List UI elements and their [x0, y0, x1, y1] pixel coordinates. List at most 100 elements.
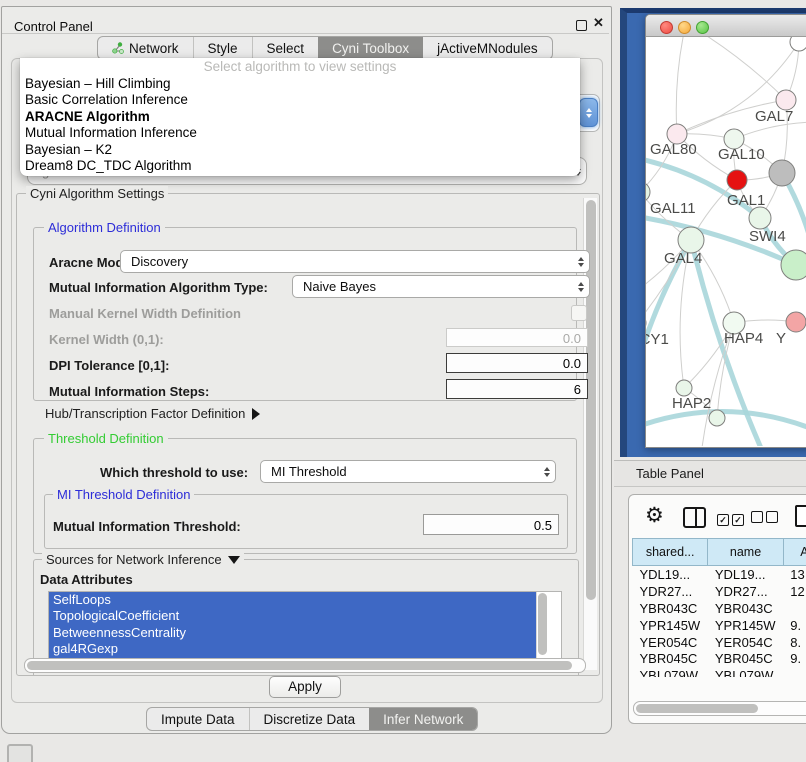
mi-type-combo[interactable]: Naive Bayes [292, 275, 590, 298]
algorithm-option[interactable]: ARACNE Algorithm [20, 109, 580, 125]
dpi-tolerance-field[interactable]: 0.0 [446, 353, 588, 373]
float-window-icon[interactable] [576, 20, 587, 31]
node-label: GCY1 [646, 331, 669, 348]
algorithm-option[interactable]: Dream8 DC_TDC Algorithm [20, 158, 580, 174]
mi-steps-field[interactable]: 6 [446, 379, 588, 399]
node-label: Y [776, 330, 786, 347]
table-row[interactable]: YER054CYER054C8. [633, 634, 806, 651]
table-column-header[interactable]: shared... [633, 539, 708, 566]
data-attributes-list[interactable]: SelfLoopsTopologicalCoefficientBetweenne… [48, 591, 562, 659]
tab-network-label: Network [129, 41, 179, 56]
combo-spinner-focused[interactable] [579, 98, 598, 127]
table-settings-gear-icon[interactable]: ⚙ [645, 503, 664, 528]
expander-arrow-icon [252, 408, 260, 420]
algorithm-option[interactable]: Bayesian – K2 [20, 142, 580, 158]
node-label: SWI4 [749, 228, 786, 245]
manual-kernel-label: Manual Kernel Width Definition [49, 306, 241, 321]
network-node-SWI4[interactable] [749, 207, 771, 229]
select-all-checkboxes-icon[interactable]: ✓✓ [717, 510, 747, 528]
table-row[interactable]: YBR045CYBR045C9. [633, 650, 806, 667]
algorithm-dropdown-popup: Select algorithm to view settings Bayesi… [20, 58, 580, 176]
node-label: GAL10 [718, 146, 765, 163]
network-node-GAL11[interactable] [646, 182, 650, 202]
tab-discretize-data[interactable]: Discretize Data [249, 708, 370, 730]
tab-infer-network[interactable]: Infer Network [369, 708, 477, 730]
close-icon[interactable]: ✕ [593, 15, 604, 31]
mi-threshold-field[interactable]: 0.5 [423, 514, 559, 535]
mi-threshold-definition-title: MI Threshold Definition [53, 487, 194, 502]
tab-select[interactable]: Select [252, 37, 319, 59]
threshold-definition-title: Threshold Definition [44, 431, 168, 446]
node-label: GAL4 [664, 250, 702, 267]
table-row[interactable]: YDR27...YDR27...12 [633, 583, 806, 600]
network-node[interactable] [709, 410, 725, 426]
mi-steps-label: Mutual Information Steps: [49, 384, 209, 399]
data-attribute-item[interactable]: SelfLoops [49, 592, 548, 608]
algorithm-option[interactable]: Basic Correlation Inference [20, 92, 580, 108]
table-panel: ⚙ ✓✓ shared...nameAYDL19...YDL19...13YDR… [628, 494, 806, 724]
table-row[interactable]: YBR043CYBR043C [633, 600, 806, 617]
tab-style[interactable]: Style [193, 37, 252, 59]
tab-network[interactable]: Network [98, 37, 193, 59]
tab-cyni-toolbox[interactable]: Cyni Toolbox [318, 37, 423, 59]
table-horizontal-scrollbar-thumb[interactable] [636, 704, 758, 713]
table-row[interactable]: YPR145WYPR145W9. [633, 617, 806, 634]
network-canvas[interactable]: GAL7GAL80GAL10GAL1SWI4GAL11GAL4GCY1HAP4Y… [646, 37, 806, 446]
network-node-GAL7[interactable] [776, 90, 796, 110]
network-edge[interactable] [686, 37, 786, 100]
data-attribute-item[interactable]: TopologicalCoefficient [49, 608, 548, 624]
threshold-definition-group: Threshold Definition Which threshold to … [33, 438, 577, 554]
which-threshold-combo[interactable]: MI Threshold [260, 460, 556, 483]
network-node-HAP2[interactable] [676, 380, 692, 396]
algorithm-option[interactable]: Mutual Information Inference [20, 125, 580, 141]
network-node[interactable] [790, 37, 806, 51]
manual-kernel-checkbox[interactable] [571, 305, 587, 321]
mi-threshold-definition-group: MI Threshold Definition Mutual Informati… [44, 494, 568, 549]
node-label: HAP2 [672, 395, 711, 412]
tab-impute-data[interactable]: Impute Data [147, 708, 249, 730]
tab-jactivemnodules[interactable]: jActiveMNodules [423, 37, 552, 59]
close-traffic-light[interactable] [660, 21, 673, 34]
mi-type-label: Mutual Information Algorithm Type: [49, 280, 268, 295]
table-column-header[interactable]: name [708, 539, 783, 566]
node-label: HAP4 [724, 330, 763, 347]
data-attribute-item[interactable]: gal4RGexp [49, 641, 548, 657]
network-window-titlebar[interactable] [646, 15, 806, 37]
kernel-width-field[interactable]: 0.0 [446, 328, 588, 347]
settings-horizontal-scrollbar[interactable] [24, 658, 586, 673]
table-horizontal-scrollbar[interactable] [633, 701, 806, 716]
network-edge[interactable] [646, 411, 806, 432]
bottom-tabbar: Impute Data Discretize Data Infer Networ… [146, 707, 478, 731]
zoom-traffic-light[interactable] [696, 21, 709, 34]
table-row[interactable]: YDL19...YDL19...13 [633, 566, 806, 583]
control-panel-tabbar: Network Style Select Cyni Toolbox jActiv… [97, 36, 553, 60]
column-layout-icon[interactable] [683, 507, 706, 528]
settings-horizontal-scrollbar-thumb[interactable] [27, 661, 572, 670]
table-column-header[interactable]: A [783, 539, 806, 566]
deselect-all-checkboxes-icon[interactable] [751, 510, 781, 528]
minimized-panel-chip[interactable] [7, 744, 33, 762]
sources-group-title[interactable]: Sources for Network Inference [42, 552, 244, 567]
node-label: GAL1 [727, 192, 765, 209]
network-edge[interactable] [676, 37, 686, 134]
network-node[interactable] [769, 160, 795, 186]
apply-button[interactable]: Apply [269, 676, 341, 698]
mi-threshold-label: Mutual Information Threshold: [53, 519, 241, 534]
network-node-Y[interactable] [786, 312, 806, 332]
node-label: GAL80 [650, 141, 697, 158]
node-table: shared...nameAYDL19...YDL19...13YDR27...… [632, 538, 806, 677]
titlebar-divider [2, 33, 609, 34]
table-row[interactable]: YBL079WYBL079W [633, 667, 806, 677]
minimize-traffic-light[interactable] [678, 21, 691, 34]
network-node[interactable] [781, 250, 806, 280]
attributes-vertical-scrollbar[interactable] [536, 592, 549, 658]
algorithm-option-list: Bayesian – Hill ClimbingBasic Correlatio… [20, 76, 580, 174]
dpi-tolerance-label: DPI Tolerance [0,1]: [49, 358, 169, 373]
data-attribute-item[interactable]: BetweennessCentrality [49, 625, 548, 641]
aracne-mode-combo[interactable]: Discovery [120, 250, 590, 273]
network-node-GAL1[interactable] [727, 170, 747, 190]
hub-definition-expander[interactable]: Hub/Transcription Factor Definition [45, 406, 260, 421]
algorithm-option[interactable]: Bayesian – Hill Climbing [20, 76, 580, 92]
cyni-algorithm-settings-group: Cyni Algorithm Settings Algorithm Defini… [16, 193, 600, 676]
document-icon[interactable] [795, 505, 806, 527]
